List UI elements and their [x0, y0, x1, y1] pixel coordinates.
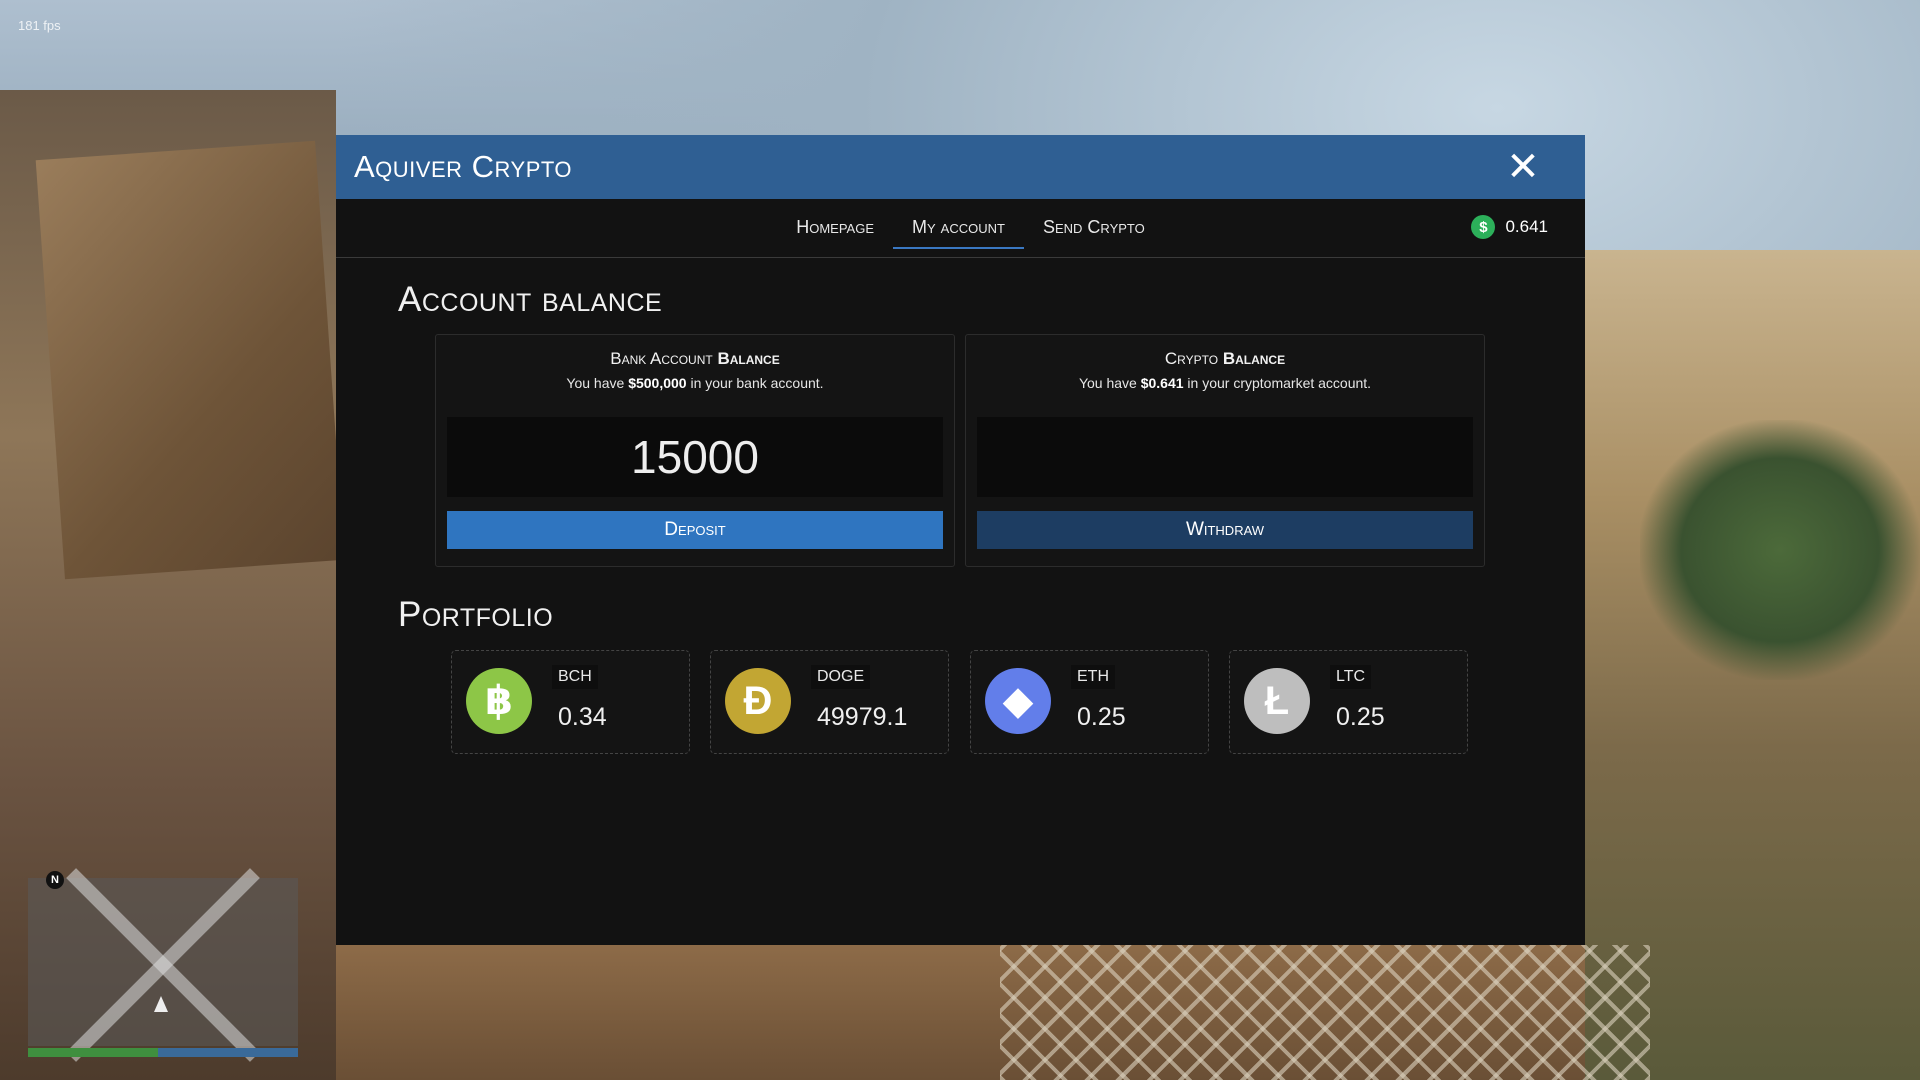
coin-ticker: BCH: [552, 665, 598, 689]
north-icon: N: [46, 871, 64, 889]
bitcoin-cash-icon: ฿: [466, 668, 532, 734]
crypto-card-title: Crypto Balance: [966, 349, 1484, 369]
bank-card-subtitle: You have $500,000 in your bank account.: [436, 375, 954, 391]
nav-tabs: Homepage My account Send Crypto: [777, 207, 1164, 249]
wallet-balance: $ 0.641: [1471, 215, 1548, 239]
coin-card-bch[interactable]: ฿ BCH 0.34: [451, 650, 690, 754]
crypto-card-title-prefix: Crypto: [1164, 349, 1223, 368]
tab-my-account[interactable]: My account: [893, 207, 1024, 249]
tab-send-crypto[interactable]: Send Crypto: [1024, 207, 1164, 247]
crypto-sub-amount: $0.641: [1140, 375, 1184, 391]
crypto-window: Aquiver Crypto ✕ Homepage My account Sen…: [336, 135, 1585, 945]
status-bars: [28, 1048, 298, 1057]
coin-ticker: LTC: [1330, 665, 1372, 689]
coin-card-ltc[interactable]: Ł LTC 0.25: [1229, 650, 1468, 754]
player-arrow-icon: [154, 996, 168, 1012]
minimap: N: [28, 868, 298, 1062]
title-bar: Aquiver Crypto ✕: [336, 135, 1585, 199]
bank-card-title-prefix: Bank Account: [610, 349, 718, 368]
dogecoin-icon: Ð: [725, 668, 791, 734]
background-board: [35, 140, 345, 580]
withdraw-amount-input[interactable]: [977, 417, 1473, 497]
crypto-sub-suffix: in your cryptomarket account.: [1183, 375, 1372, 391]
dollar-coin-icon: $: [1471, 215, 1496, 239]
bank-sub-suffix: in your bank account.: [686, 375, 824, 391]
portfolio-heading: Portfolio: [398, 595, 554, 634]
deposit-button[interactable]: Deposit: [447, 511, 943, 549]
coin-card-doge[interactable]: Ð DOGE 49979.1: [710, 650, 949, 754]
litecoin-icon: Ł: [1244, 668, 1310, 734]
bank-sub-prefix: You have: [566, 375, 629, 391]
account-balance-heading: Account balance: [398, 280, 663, 319]
crypto-card-title-bold: Balance: [1222, 349, 1286, 368]
coin-ticker: ETH: [1071, 665, 1115, 689]
coin-card-eth[interactable]: ◆ ETH 0.25: [970, 650, 1209, 754]
coin-amount: 49979.1: [817, 703, 908, 731]
bank-balance-card: Bank Account Balance You have $500,000 i…: [435, 334, 955, 567]
armor-bar: [157, 1048, 298, 1057]
crypto-sub-prefix: You have: [1078, 375, 1141, 391]
bank-card-title-bold: Balance: [717, 349, 780, 368]
crypto-balance-card: Crypto Balance You have $0.641 in your c…: [965, 334, 1485, 567]
nav-bar: Homepage My account Send Crypto $ 0.641: [336, 199, 1585, 258]
bank-card-title: Bank Account Balance: [436, 349, 954, 369]
crypto-card-subtitle: You have $0.641 in your cryptomarket acc…: [966, 375, 1484, 391]
close-button[interactable]: ✕: [1501, 145, 1545, 189]
background-bush: [1640, 420, 1920, 680]
withdraw-button[interactable]: Withdraw: [977, 511, 1473, 549]
close-icon: ✕: [1506, 145, 1540, 189]
bank-sub-amount: $500,000: [628, 375, 687, 391]
coin-amount: 0.34: [558, 703, 607, 731]
tab-homepage[interactable]: Homepage: [777, 207, 893, 247]
health-bar: [28, 1048, 158, 1057]
coin-amount: 0.25: [1336, 703, 1385, 731]
fps-counter: 181 fps: [18, 18, 61, 33]
app-title: Aquiver Crypto: [354, 149, 573, 184]
deposit-amount-input[interactable]: [447, 417, 943, 497]
coin-ticker: DOGE: [811, 665, 871, 689]
background-fence: [1000, 945, 1650, 1080]
ethereum-icon: ◆: [985, 668, 1051, 734]
coin-amount: 0.25: [1077, 703, 1126, 731]
wallet-balance-value: 0.641: [1505, 217, 1548, 236]
